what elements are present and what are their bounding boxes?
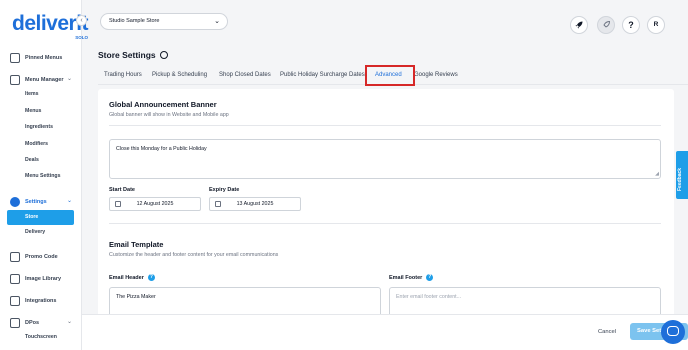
email-footer-label-text: Email Footer [389, 274, 423, 281]
image-icon [10, 274, 20, 284]
sidebar-item-label: DPos [25, 320, 40, 326]
sidebar-item-image-library[interactable]: Image Library [10, 274, 61, 284]
start-date-value: 12 August 2025 [136, 201, 174, 207]
announcement-title: Global Announcement Banner [109, 100, 217, 109]
cancel-button[interactable]: Cancel [598, 329, 616, 335]
page-title: Store Settings [98, 50, 168, 60]
expiry-date-input[interactable]: 13 August 2025 [209, 197, 301, 211]
email-footer-input[interactable]: Enter email footer content... [389, 287, 661, 317]
sidebar-item-label: Settings [25, 199, 47, 205]
tab-pickup-scheduling[interactable]: Pickup & Scheduling [152, 72, 207, 78]
sidebar-item-deals[interactable]: Deals [25, 157, 39, 163]
help-icon[interactable]: ? [622, 16, 640, 34]
help-circle-icon[interactable]: ? [426, 274, 434, 281]
settings-card: Global Announcement Banner Global banner… [98, 89, 674, 350]
feedback-tab[interactable]: Feedback [676, 151, 688, 199]
chat-icon [667, 326, 679, 336]
settings-icon [10, 197, 20, 207]
sidebar-item-dpos[interactable]: DPos [10, 318, 39, 328]
sidebar-item-settings[interactable]: Settings [10, 197, 47, 207]
tab-highlight-box [365, 65, 415, 86]
chevron-down-icon: ⌄ [214, 18, 220, 25]
store-select-value: Studio Sample Store [109, 18, 160, 24]
sidebar-item-ingredients[interactable]: Ingredients [25, 124, 53, 130]
pin-icon [10, 53, 20, 63]
expiry-date-value: 13 August 2025 [236, 201, 274, 207]
email-footer-label: Email Footer ? [389, 274, 434, 281]
divider [109, 125, 661, 126]
announcement-desc: Global banner will show in Website and M… [109, 112, 229, 118]
help-circle-icon[interactable]: ? [147, 274, 155, 281]
chevron-down-icon[interactable]: ⌄ [67, 318, 72, 325]
sidebar-item-items[interactable]: Items [25, 91, 39, 97]
tab-shop-closed-dates[interactable]: Shop Closed Dates [219, 72, 271, 78]
announcement-message-input[interactable]: Close this Monday for a Public Holiday ◢ [109, 139, 661, 179]
sidebar: deliverit SOLO Pinned Menus Menu Manager… [0, 0, 89, 350]
sidebar-item-integrations[interactable]: Integrations [10, 296, 56, 306]
sidebar-item-menu-manager[interactable]: Menu Manager [10, 75, 64, 85]
rocket-outline-icon[interactable] [597, 16, 615, 34]
sidebar-item-modifiers[interactable]: Modifiers [25, 141, 48, 147]
sidebar-item-touchscreen[interactable]: Touchscreen [25, 334, 57, 340]
chevron-down-icon[interactable]: ⌄ [67, 197, 72, 204]
promo-icon [10, 252, 20, 262]
resize-handle-icon[interactable]: ◢ [655, 171, 659, 177]
tab-trading-hours[interactable]: Trading Hours [104, 72, 142, 78]
sidebar-item-promo[interactable]: Promo Code [10, 252, 58, 262]
sidebar-item-label: Menu Manager [25, 77, 64, 83]
expiry-date-label: Expiry Date [209, 187, 240, 193]
sidebar-item-menus[interactable]: Menus [25, 108, 41, 114]
sidebar-item-label: Integrations [25, 298, 57, 304]
store-select[interactable]: Studio Sample Store ⌄ [100, 13, 228, 30]
sidebar-item-store[interactable]: Store [7, 210, 74, 225]
collapse-sidebar-button[interactable]: ‹ [76, 15, 87, 26]
user-avatar[interactable]: R [647, 16, 665, 34]
calendar-icon [215, 201, 221, 207]
chat-button[interactable] [661, 320, 685, 344]
email-header-label: Email Header ? [109, 274, 155, 281]
divider [109, 223, 661, 224]
email-template-desc: Customize the header and footer content … [109, 252, 279, 258]
tab-public-holiday-surcharge[interactable]: Public Holiday Surcharge Dates [280, 72, 365, 78]
sidebar-item-label: Promo Code [25, 254, 58, 260]
start-date-input[interactable]: 12 August 2025 [109, 197, 201, 211]
integrations-icon [10, 296, 20, 306]
announcement-message-text: Close this Monday for a Public Holiday [116, 146, 207, 152]
rocket-icon[interactable] [570, 16, 588, 34]
sidebar-item-delivery[interactable]: Delivery [25, 229, 45, 235]
tab-google-reviews[interactable]: Google Reviews [414, 72, 458, 78]
email-header-label-text: Email Header [109, 274, 144, 281]
sidebar-item-label: Image Library [25, 276, 62, 282]
page-title-text: Store Settings [98, 50, 156, 60]
chevron-down-icon[interactable]: ⌄ [67, 75, 72, 82]
start-date-label: Start Date [109, 187, 135, 193]
sidebar-item-label: Pinned Menus [25, 55, 63, 61]
sidebar-item-menu-settings[interactable]: Menu Settings [25, 173, 60, 179]
feedback-label: Feedback [677, 167, 683, 191]
menu-icon [10, 75, 20, 85]
calendar-icon [115, 201, 121, 207]
info-icon [159, 51, 168, 59]
email-header-input[interactable]: The Pizza Maker [109, 287, 381, 317]
email-template-title: Email Template [109, 240, 164, 249]
email-footer-placeholder: Enter email footer content... [396, 294, 462, 300]
sidebar-item-pinned[interactable]: Pinned Menus [10, 53, 62, 63]
pos-icon [10, 318, 20, 328]
brand-sub: SOLO [75, 35, 89, 40]
email-header-text: The Pizza Maker [116, 294, 156, 300]
